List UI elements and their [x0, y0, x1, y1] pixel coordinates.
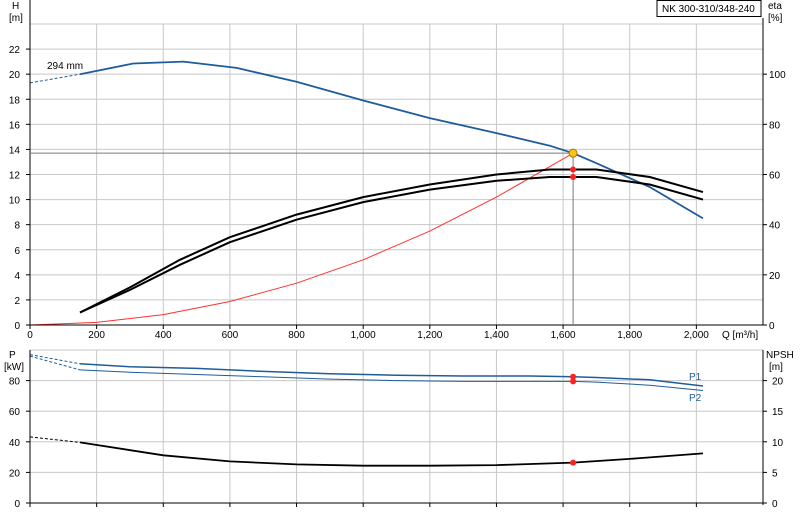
bottom-left-tick-label: 20 [9, 468, 21, 479]
x-tick-label: 200 [88, 330, 105, 341]
axes: 02468101214161820220204060801000 200 400 60… [9, 0, 786, 510]
bottom-left-tick-label: 40 [9, 438, 21, 449]
bottom-left-tick-label: 80 [9, 377, 21, 388]
top-right-tick-label: 40 [769, 221, 781, 232]
top-right-tick-label: 100 [769, 70, 786, 81]
duty-point-markers [30, 148, 578, 466]
npsh-duty-marker [570, 459, 577, 466]
bottom-left-tick-label: 0 [14, 499, 20, 510]
bottom-right-tick-label: 5 [772, 468, 778, 479]
impeller-diameter-annotation: 294 mm [47, 61, 83, 72]
top-right-axis-name: eta [768, 1, 782, 12]
x-tick-label: 1,600 [551, 330, 576, 341]
x-tick-label: 1,000 [351, 330, 376, 341]
top-left-tick-label: 20 [9, 70, 21, 81]
top-left-tick-label: 22 [9, 45, 21, 56]
bottom-left-tick-label: 60 [9, 407, 21, 418]
curve-efficiency-1 [79, 168, 704, 314]
bottom-right-tick-label: 20 [772, 377, 784, 388]
curve-head [79, 60, 704, 220]
top-left-tick-label: 4 [14, 271, 20, 282]
top-left-axis-name: H [12, 1, 19, 12]
curve-efficiency-2 [79, 176, 704, 314]
top-left-tick-label: 16 [9, 120, 21, 131]
top-left-tick-label: 8 [14, 221, 20, 232]
x-axis-label: Q [m³/h] [722, 330, 758, 341]
bottom-right-tick-label: 10 [772, 438, 784, 449]
x-tick-label: 1,200 [417, 330, 442, 341]
x-tick-label: 2,000 [684, 330, 709, 341]
x-tick-label: 400 [155, 330, 172, 341]
top-left-axis-unit: [m] [9, 13, 23, 24]
top-left-tick-label: 14 [9, 145, 21, 156]
bottom-left-axis-name: P [9, 350, 16, 361]
curve-P2-extrapolated [29, 355, 81, 371]
top-panel-curves [29, 60, 704, 326]
top-right-axis-unit: [%] [768, 13, 783, 24]
model-label-text: NK 300-310/348-240 [662, 4, 755, 15]
top-right-tick-label: 60 [769, 171, 781, 182]
bottom-right-axis-unit: [m] [769, 362, 783, 373]
top-left-tick-label: 0 [14, 321, 20, 332]
bottom-left-axis-unit: [kW] [4, 362, 24, 373]
p2-series-label: P2 [689, 393, 702, 404]
curve-head-extrapolated [29, 73, 81, 84]
top-right-tick-label: 80 [769, 120, 781, 131]
efficiency-1-duty-marker [570, 166, 577, 173]
model-label: NK 300-310/348-240 [656, 0, 762, 17]
bottom-right-tick-label: 15 [772, 407, 784, 418]
bottom-right-tick-label: 0 [772, 499, 778, 510]
x-tick-label: 1,400 [484, 330, 509, 341]
x-tick-label: 800 [288, 330, 305, 341]
x-tick-label: 600 [222, 330, 239, 341]
efficiency-2-duty-marker [570, 174, 577, 181]
top-left-tick-label: 2 [14, 296, 20, 307]
top-left-tick-label: 18 [9, 95, 21, 106]
top-left-tick-label: 12 [9, 171, 21, 182]
top-right-tick-label: 0 [769, 321, 775, 332]
top-left-tick-label: 6 [14, 246, 20, 257]
bottom-right-axis-name: NPSH [766, 350, 794, 361]
top-left-tick-label: 10 [9, 196, 21, 207]
bottom-panel-curves [29, 354, 704, 467]
top-right-tick-label: 20 [769, 271, 781, 282]
p1-series-label: P1 [689, 372, 702, 383]
curve-NPSH [79, 441, 704, 467]
pump-performance-chart: 02468101214161820220204060801000 200 400 60… [4, 0, 794, 510]
duty-point-marker [568, 148, 578, 158]
x-tick-label: 0 [27, 330, 33, 341]
p2-duty-marker [570, 378, 577, 385]
x-tick-label: 1,800 [617, 330, 642, 341]
curve-P1-extrapolated [29, 354, 81, 365]
top-panel-grid [30, 23, 763, 325]
